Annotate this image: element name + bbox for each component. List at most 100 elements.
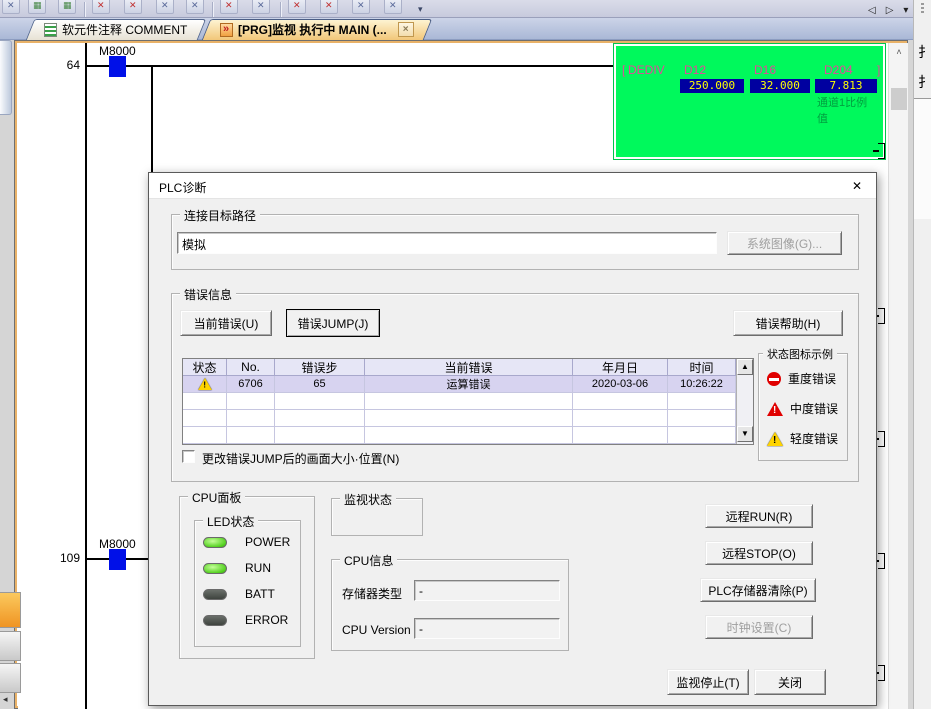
tab-scroll-left-icon[interactable]: ◁ (868, 5, 876, 16)
current-error-button[interactable]: 当前错误(U) (180, 310, 272, 336)
toolbar-icon[interactable] (58, 0, 76, 14)
error-row-cell[interactable]: 65 (275, 376, 365, 393)
legend-item-moderate: 中度错误 (767, 400, 838, 417)
tab-device-comment[interactable]: 软元件注释 COMMENT (30, 19, 202, 40)
led-row: RUN (203, 561, 271, 575)
plc-memory-clear-button[interactable]: PLC存储器清除(P) (700, 578, 816, 602)
side-dock-button[interactable] (0, 592, 21, 628)
left-dock-panel (0, 40, 12, 115)
program-monitor-icon (220, 23, 233, 37)
error-help-button[interactable]: 错误帮助(H) (733, 310, 843, 336)
monitored-instruction-block[interactable]: [ DEDIV D12 D16 D204 ] 250.000 32.000 7.… (613, 43, 886, 160)
rung-number: 109 (40, 551, 80, 565)
error-row-cell[interactable]: 6706 (227, 376, 275, 393)
toolbar-icon[interactable] (320, 0, 338, 14)
column-header[interactable]: No. (227, 359, 275, 376)
remote-run-button[interactable]: 远程RUN(R) (705, 504, 813, 528)
connection-path-value: 模拟 (182, 238, 206, 252)
right-dock-pane: 扌 扌 (913, 0, 931, 709)
operand-monitor-value: 7.813 (815, 79, 877, 93)
pane-text: 扌 (918, 72, 931, 92)
toolbar-icon[interactable] (220, 0, 238, 14)
batt-led-off-icon (203, 589, 227, 600)
toolbar-icon[interactable] (28, 0, 46, 14)
connection-path-group: 连接目标路径 模拟 系统图像(G)... (171, 214, 859, 270)
side-dock-button[interactable] (0, 631, 21, 661)
toolbar-icon[interactable] (2, 0, 20, 14)
error-row-status-cell[interactable] (183, 376, 227, 393)
tab-scroll-right-icon[interactable]: ▷ (886, 5, 894, 16)
toolbar-separator (280, 2, 281, 18)
system-image-button[interactable]: 系统图像(G)... (727, 231, 842, 255)
table-scroll-down-icon[interactable]: ▼ (737, 426, 753, 442)
rung-continuation-bracket (878, 143, 885, 159)
toolbar: ▾ ◁ ▷ ▾ (0, 0, 913, 18)
clock-setting-button[interactable]: 时钟设置(C) (705, 615, 813, 639)
tab-list-dropdown-icon[interactable]: ▾ (903, 5, 908, 16)
column-header[interactable]: 时间 (668, 359, 736, 376)
toolbar-icon[interactable] (352, 0, 370, 14)
cpu-version-label: CPU Version (342, 623, 411, 637)
group-label: 连接目标路径 (180, 207, 260, 224)
toolbar-overflow-icon[interactable]: ▾ (418, 4, 423, 15)
toolbar-icon[interactable] (288, 0, 306, 14)
rung-continuation-bracket (878, 665, 885, 681)
side-dock-button[interactable] (0, 663, 21, 693)
connection-path-field[interactable]: 模拟 (177, 232, 717, 254)
column-header[interactable]: 当前错误 (365, 359, 573, 376)
dialog-title-bar[interactable]: PLC诊断 ✕ (149, 173, 876, 199)
scrollbar-thumb[interactable] (891, 88, 907, 110)
editor-vertical-scrollbar[interactable]: ˄ (888, 43, 908, 709)
toolbar-icon[interactable] (124, 0, 142, 14)
cpu-info-group: CPU信息 存储器类型 - CPU Version - (331, 559, 569, 651)
group-label: 状态图标示例 (763, 346, 837, 362)
contact-m8000-on[interactable] (109, 56, 126, 77)
minor-error-icon (198, 378, 212, 390)
error-row-cell[interactable]: 2020-03-06 (573, 376, 668, 393)
dock-grip[interactable] (921, 3, 924, 15)
document-tab-bar: 软元件注释 COMMENT [PRG]监视 执行中 MAIN (... × (0, 18, 913, 40)
rung-wire (85, 65, 618, 67)
error-table[interactable]: 状态 No. 错误步 当前错误 年月日 时间 6706 65 运算错误 2020… (182, 358, 754, 445)
application-window: ▾ ◁ ▷ ▾ 软元件注释 COMMENT [PRG]监视 执行中 MAIN (… (0, 0, 931, 709)
contact-m8000-on[interactable] (109, 549, 126, 570)
scroll-up-icon[interactable]: ˄ (889, 43, 909, 61)
open-bracket: [ (622, 63, 625, 77)
error-jump-button[interactable]: 错误JUMP(J) (286, 309, 380, 337)
column-header[interactable]: 状态 (183, 359, 227, 376)
toolbar-separator (84, 2, 85, 18)
tab-scroll-controls: ◁ ▷ ▾ (868, 3, 908, 17)
power-led-on-icon (203, 537, 227, 548)
side-scroll-arrow-icon[interactable]: ◂ (3, 694, 8, 705)
toolbar-icon[interactable] (186, 0, 204, 14)
monitor-stop-button[interactable]: 监视停止(T) (667, 669, 749, 695)
group-label: 错误信息 (180, 286, 236, 303)
instruction-mnemonic: DEDIV (628, 63, 665, 77)
dialog-close-icon[interactable]: ✕ (847, 177, 867, 195)
toolbar-icon[interactable] (92, 0, 110, 14)
tab-close-icon[interactable]: × (398, 22, 414, 37)
moderate-error-icon (767, 402, 783, 416)
table-scrollbar[interactable]: ▲ ▼ (736, 359, 753, 444)
group-label: CPU信息 (340, 552, 397, 569)
error-row-cell[interactable]: 运算错误 (365, 376, 573, 393)
status-icon-legend-group: 状态图标示例 重度错误 中度错误 轻度错误 (758, 353, 848, 461)
column-header[interactable]: 年月日 (573, 359, 668, 376)
severe-error-icon (767, 372, 781, 386)
close-button[interactable]: 关闭 (754, 669, 826, 695)
led-row: BATT (203, 587, 275, 601)
toolbar-icon[interactable] (252, 0, 270, 14)
error-led-off-icon (203, 615, 227, 626)
column-header[interactable]: 错误步 (275, 359, 365, 376)
error-row-cell[interactable]: 10:26:22 (668, 376, 736, 393)
plc-diagnostics-dialog: PLC诊断 ✕ 连接目标路径 模拟 系统图像(G)... 错误信息 当前错误(U… (148, 172, 877, 706)
tab-prg-monitor-main[interactable]: [PRG]监视 执行中 MAIN (... × (206, 19, 428, 40)
checkbox-label: 更改错误JUMP后的画面大小·位置(N) (202, 450, 399, 467)
rung-number: 64 (40, 58, 80, 72)
table-scroll-up-icon[interactable]: ▲ (737, 359, 753, 375)
remote-stop-button[interactable]: 远程STOP(O) (705, 541, 813, 565)
toolbar-icon[interactable] (156, 0, 174, 14)
rung-continuation-bracket (878, 553, 885, 569)
resize-after-jump-checkbox[interactable] (182, 450, 195, 463)
toolbar-icon[interactable] (384, 0, 402, 14)
